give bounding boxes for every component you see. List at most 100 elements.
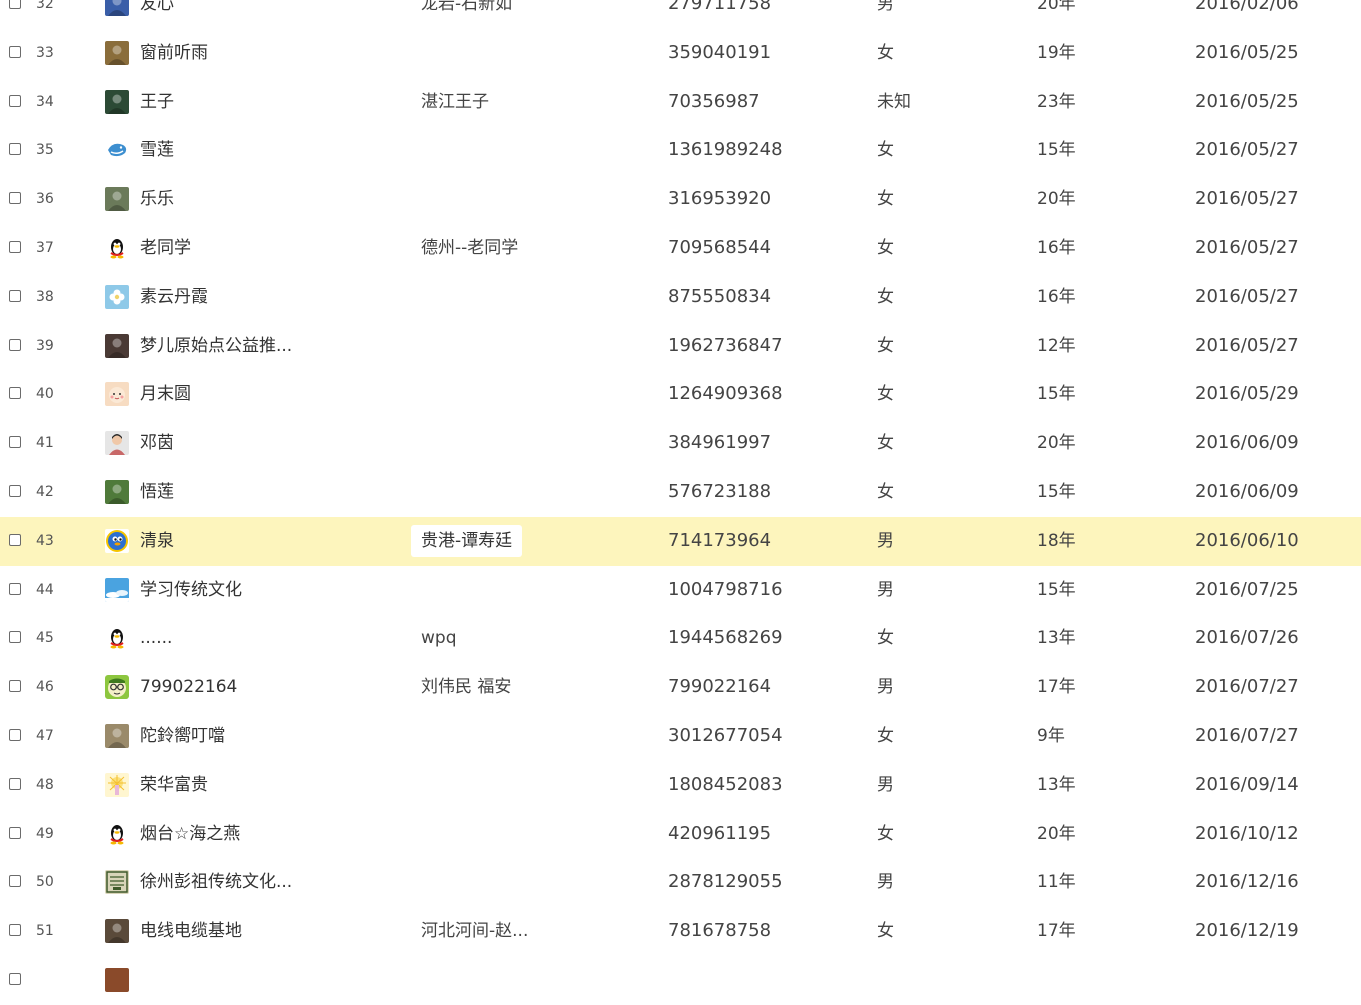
table-row[interactable]: 47 陀鈴嚮叮噹 3012677054 女 9年 2016/07/27 [0,712,1361,761]
table-row[interactable]: 45...... wpq 1944568269 女 13年 2016/07/26 [0,614,1361,663]
row-checkbox[interactable] [9,875,21,888]
remark[interactable] [421,126,621,175]
nickname[interactable]: 素云丹霞 [140,273,310,322]
remark[interactable]: wpq [421,614,621,663]
table-row[interactable]: 32 友心 龙岩-石新如 279711758 男 20年 2016/02/06 [0,0,1361,29]
row-checkbox[interactable] [9,387,21,400]
table-row[interactable]: 39 梦儿原始点公益推... 1962736847 女 12年 2016/05/27 [0,322,1361,371]
row-checkbox[interactable] [9,192,21,205]
dolphin-avatar[interactable] [105,138,129,163]
nickname[interactable]: 学习传统文化 [140,566,310,615]
remark-edit-field[interactable]: 贵港-谭寿廷 [411,524,523,557]
row-checkbox[interactable] [9,0,21,9]
row-checkbox[interactable] [9,826,21,839]
row-checkbox[interactable] [9,924,21,937]
remark[interactable] [421,419,621,468]
woman-photo-avatar[interactable] [105,431,129,456]
table-row[interactable]: 49 烟台☆海之燕 420961195 女 20年 2016/10/12 [0,810,1361,859]
group-photo-avatar[interactable] [105,723,129,748]
nickname[interactable]: 陀鈴嚮叮噹 [140,712,310,761]
nickname[interactable]: 老同学 [140,224,310,273]
row-checkbox[interactable] [9,680,21,693]
glasses-face-avatar[interactable] [105,675,129,700]
table-row[interactable]: 50 徐州彭祖传统文化... 2878129055 男 11年 2016/12/16 [0,858,1361,907]
table-row[interactable]: 38 素云丹霞 875550834 女 16年 2016/05/27 [0,273,1361,322]
row-checkbox[interactable] [9,240,21,253]
remark[interactable] [421,29,621,78]
bonsai-photo-avatar[interactable] [105,40,129,65]
flower-avatar[interactable] [105,284,129,309]
nickname[interactable]: 悟莲 [140,468,310,517]
remark[interactable] [421,322,621,371]
sky-photo-avatar[interactable] [105,577,129,602]
remark[interactable] [421,810,621,859]
row-checkbox[interactable] [9,777,21,790]
nickname[interactable]: ...... [140,614,310,663]
table-row[interactable]: 48 荣华富贵 1808452083 男 13年 2016/09/14 [0,761,1361,810]
golden-light-avatar[interactable] [105,772,129,797]
person-photo-avatar[interactable] [105,0,129,16]
remark[interactable]: 龙岩-石新如 [421,0,621,29]
penguin-avatar[interactable] [105,821,129,846]
row-checkbox[interactable] [9,94,21,107]
nickname[interactable]: 窗前听雨 [140,29,310,78]
row-checkbox[interactable] [9,728,21,741]
calligraphy-sign-avatar[interactable] [105,870,129,895]
table-row[interactable]: 43 清泉 贵港-谭寿廷 714173964 男 18年 2016/06/10 [0,516,1361,566]
partial-avatar[interactable] [105,967,129,992]
nickname[interactable]: 清泉 [140,517,310,566]
table-row[interactable]: 36 乐乐 316953920 女 20年 2016/05/27 [0,175,1361,224]
remark[interactable] [421,273,621,322]
portrait-photo-avatar[interactable] [105,333,129,358]
remark[interactable]: 湛江王子 [421,78,621,127]
nickname[interactable]: 799022164 [140,663,310,712]
blue-bird-avatar[interactable] [105,528,129,553]
table-row[interactable]: 40 月末圆 1264909368 女 15年 2016/05/29 [0,370,1361,419]
row-checkbox[interactable] [9,631,21,644]
nickname[interactable]: 月末圆 [140,370,310,419]
nickname[interactable]: 乐乐 [140,175,310,224]
remark[interactable] [421,468,621,517]
nickname[interactable]: 雪莲 [140,126,310,175]
table-row[interactable]: 51 电线电缆基地 河北河间-赵... 781678758 女 17年 2016/12/19 [0,907,1361,956]
row-checkbox[interactable] [9,45,21,58]
nickname[interactable]: 梦儿原始点公益推... [140,322,310,371]
table-row[interactable] [0,956,1361,1005]
table-row[interactable]: 33 窗前听雨 359040191 女 19年 2016/05/25 [0,29,1361,78]
row-checkbox[interactable] [9,533,21,546]
table-row[interactable]: 44 学习传统文化 1004798716 男 15年 2016/07/25 [0,566,1361,615]
remark[interactable] [421,712,621,761]
row-checkbox[interactable] [9,143,21,156]
row-checkbox[interactable] [9,972,21,985]
row-checkbox[interactable] [9,289,21,302]
nickname[interactable]: 电线电缆基地 [140,907,310,956]
table-row[interactable]: 35 雪莲 1361989248 女 15年 2016/05/27 [0,126,1361,175]
remark[interactable] [421,761,621,810]
penguin-avatar[interactable] [105,235,129,260]
table-row[interactable]: 46 799022164 刘伟民 福安 799022164 男 17年 2016/07/27 [0,663,1361,712]
row-checkbox[interactable] [9,582,21,595]
row-checkbox[interactable] [9,484,21,497]
landscape-photo-avatar[interactable] [105,479,129,504]
lotus-photo-avatar[interactable] [105,89,129,114]
row-checkbox[interactable] [9,436,21,449]
row-checkbox[interactable] [9,338,21,351]
penguin-avatar[interactable] [105,626,129,651]
person-photo-avatar[interactable] [105,919,129,944]
nickname[interactable]: 徐州彭祖传统文化... [140,858,310,907]
remark[interactable] [421,566,621,615]
nickname[interactable]: 友心 [140,0,310,29]
remark[interactable]: 刘伟民 福安 [421,663,621,712]
table-row[interactable]: 42 悟莲 576723188 女 15年 2016/06/09 [0,468,1361,517]
remark[interactable] [421,858,621,907]
nickname[interactable]: 烟台☆海之燕 [140,810,310,859]
remark[interactable] [421,175,621,224]
table-row[interactable]: 41 邓茵 384961997 女 20年 2016/06/09 [0,419,1361,468]
nickname[interactable]: 邓茵 [140,419,310,468]
nickname[interactable] [140,956,310,1005]
remark[interactable]: 德州--老同学 [421,224,621,273]
remark[interactable] [421,956,621,1005]
cartoon-face-avatar[interactable] [105,382,129,407]
remark[interactable]: 河北河间-赵... [421,907,621,956]
nickname[interactable]: 荣华富贵 [140,761,310,810]
